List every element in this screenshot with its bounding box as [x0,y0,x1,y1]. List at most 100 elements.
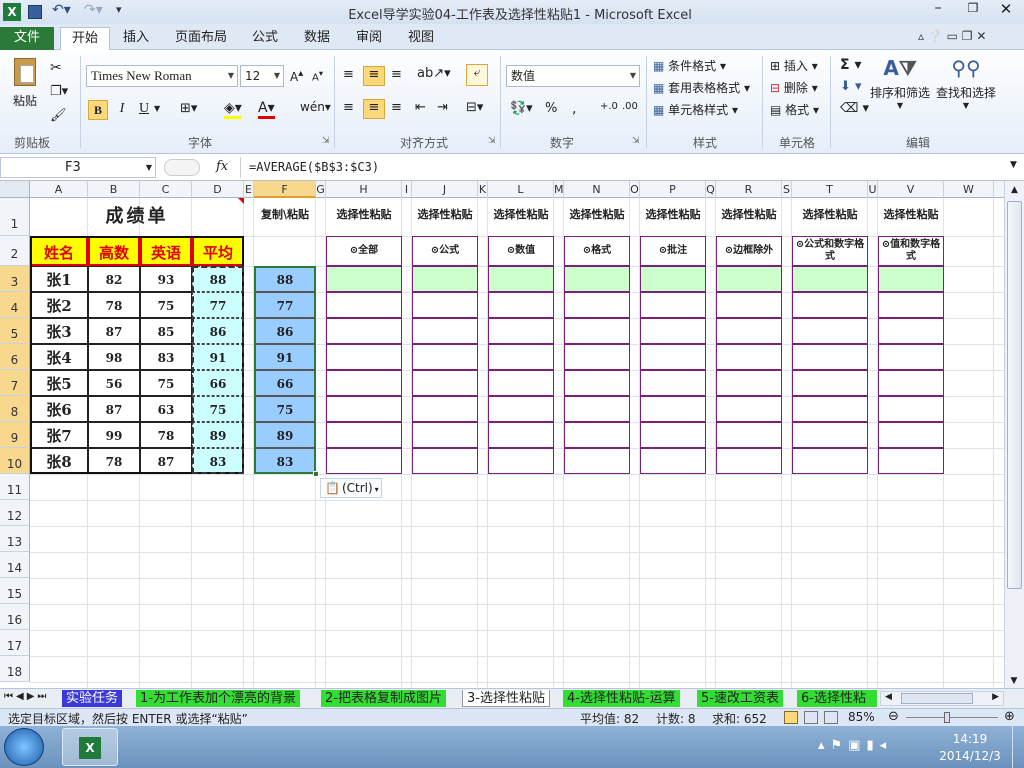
undo-icon[interactable]: ↶▾ [52,2,71,18]
paste-target-cell[interactable] [564,266,630,292]
font-dialog-launcher-icon[interactable]: ⇲ [322,136,330,146]
row-header-3[interactable]: 3 [0,266,30,292]
align-top-icon[interactable]: ≡ [343,67,354,82]
number-format-select[interactable]: 数值 ▼ [506,65,640,87]
sort-filter-button[interactable]: A⧩ 排序和筛选 ▼ [868,56,932,110]
paste-grid-cell[interactable] [564,370,630,396]
column-header-B[interactable]: B [88,181,140,198]
restore-icon[interactable]: ❐ [963,1,983,15]
paste-grid-cell[interactable] [716,292,782,318]
pasted-cell[interactable]: 91 [254,344,316,370]
redo-icon[interactable]: ↷▾ [84,2,103,18]
clock-time[interactable]: 14:19 [940,732,1000,746]
alignment-dialog-launcher-icon[interactable]: ⇲ [488,136,496,146]
row-header-13[interactable]: 13 [0,526,30,552]
format-painter-icon[interactable]: 🖌 [50,108,67,123]
paste-grid-cell[interactable] [792,344,868,370]
paste-grid-cell[interactable] [640,448,706,474]
pasted-cell[interactable]: 75 [254,396,316,422]
column-header-R[interactable]: R [716,181,782,198]
paste-grid-cell[interactable] [326,292,402,318]
paste-grid-cell[interactable] [792,422,868,448]
pasted-cell[interactable]: 86 [254,318,316,344]
conditional-format-button[interactable]: ▦ 条件格式 ▾ [653,57,726,74]
column-header-J[interactable]: J [412,181,478,198]
paste-grid-cell[interactable] [564,422,630,448]
italic-button[interactable]: I [114,101,130,117]
zoom-slider[interactable] [906,712,998,723]
row-header-14[interactable]: 14 [0,552,30,578]
paste-target-cell[interactable] [326,266,402,292]
column-header-K[interactable]: K [478,181,488,198]
tab-insert[interactable]: 插入 [115,27,157,50]
paste-grid-cell[interactable] [488,292,554,318]
row-header-7[interactable]: 7 [0,370,30,396]
number-dialog-launcher-icon[interactable]: ⇲ [632,136,640,146]
font-name-select[interactable]: Times New Roman ▼ [86,65,238,87]
sheet-tab[interactable]: 5-速改工资表 [697,690,783,707]
scroll-up-icon[interactable]: ▲ [1005,181,1024,199]
paste-grid-cell[interactable] [488,370,554,396]
row-header-12[interactable]: 12 [0,500,30,526]
clock-date[interactable]: 2014/12/3 [932,749,1008,763]
align-middle-icon[interactable]: ≡ [363,66,385,86]
comma-style-icon[interactable]: , [572,101,576,117]
clear-icon[interactable]: ⌫ ▾ [840,101,869,116]
paste-options-button[interactable]: 📋 (Ctrl) ▾ [320,478,382,498]
tab-review[interactable]: 审阅 [350,27,388,50]
column-header-D[interactable]: D [192,181,244,198]
insert-function-icon[interactable]: fx [216,159,228,174]
paste-grid-cell[interactable] [412,370,478,396]
paste-grid-cell[interactable] [716,448,782,474]
scroll-down-icon[interactable]: ▼ [1005,676,1023,686]
wrap-text-icon[interactable]: ⤶ [466,64,488,86]
column-header-S[interactable]: S [782,181,792,198]
pasted-cell[interactable]: 83 [254,448,316,474]
paste-grid-cell[interactable] [488,396,554,422]
paste-grid-cell[interactable] [326,396,402,422]
paste-grid-cell[interactable] [792,448,868,474]
pasted-cell[interactable]: 66 [254,370,316,396]
tab-view[interactable]: 视图 [402,27,440,50]
paste-grid-cell[interactable] [878,370,944,396]
paste-grid-cell[interactable] [792,370,868,396]
name-box[interactable]: F3 ▼ [0,157,156,178]
paste-grid-cell[interactable] [326,370,402,396]
column-header-E[interactable]: E [244,181,254,198]
paste-grid-cell[interactable] [412,422,478,448]
row-header-4[interactable]: 4 [0,292,30,318]
accounting-format-icon[interactable]: 💱▾ [510,101,533,116]
borders-icon[interactable]: ⊞▾ [180,101,197,116]
paste-grid-cell[interactable] [716,318,782,344]
copy-icon[interactable]: ❐▾ [50,84,68,99]
paste-grid-cell[interactable] [326,422,402,448]
column-header-V[interactable]: V [878,181,944,198]
pasted-cell[interactable]: 89 [254,422,316,448]
paste-target-cell[interactable] [640,266,706,292]
paste-grid-cell[interactable] [716,370,782,396]
paste-grid-cell[interactable] [878,448,944,474]
show-desktop-button[interactable] [1012,726,1024,768]
underline-button[interactable]: U [136,101,152,117]
decrease-indent-icon[interactable]: ⇤ [415,100,426,115]
pasted-cell[interactable]: 88 [254,266,316,292]
sheet-tab[interactable]: 1-为工作表加个漂亮的背景 [136,690,300,707]
paste-grid-cell[interactable] [640,318,706,344]
font-size-select[interactable]: 12 ▼ [240,65,284,87]
sheet-tab[interactable]: 6-选择性粘 [797,690,877,707]
row-header-15[interactable]: 15 [0,578,30,604]
save-icon[interactable] [28,5,42,19]
tab-formulas[interactable]: 公式 [246,27,284,50]
paste-grid-cell[interactable] [716,422,782,448]
paste-grid-cell[interactable] [878,396,944,422]
paste-grid-cell[interactable] [640,344,706,370]
formula-bar-toggle-icon[interactable] [164,159,200,176]
column-header-P[interactable]: P [640,181,706,198]
align-bottom-icon[interactable]: ≡ [391,67,402,82]
paste-grid-cell[interactable] [716,396,782,422]
column-header-L[interactable]: L [488,181,554,198]
paste-grid-cell[interactable] [412,448,478,474]
column-header-M[interactable]: M [554,181,564,198]
select-all-corner[interactable] [0,181,30,198]
find-select-button[interactable]: ⚲⚲ 查找和选择 ▼ [934,56,998,110]
